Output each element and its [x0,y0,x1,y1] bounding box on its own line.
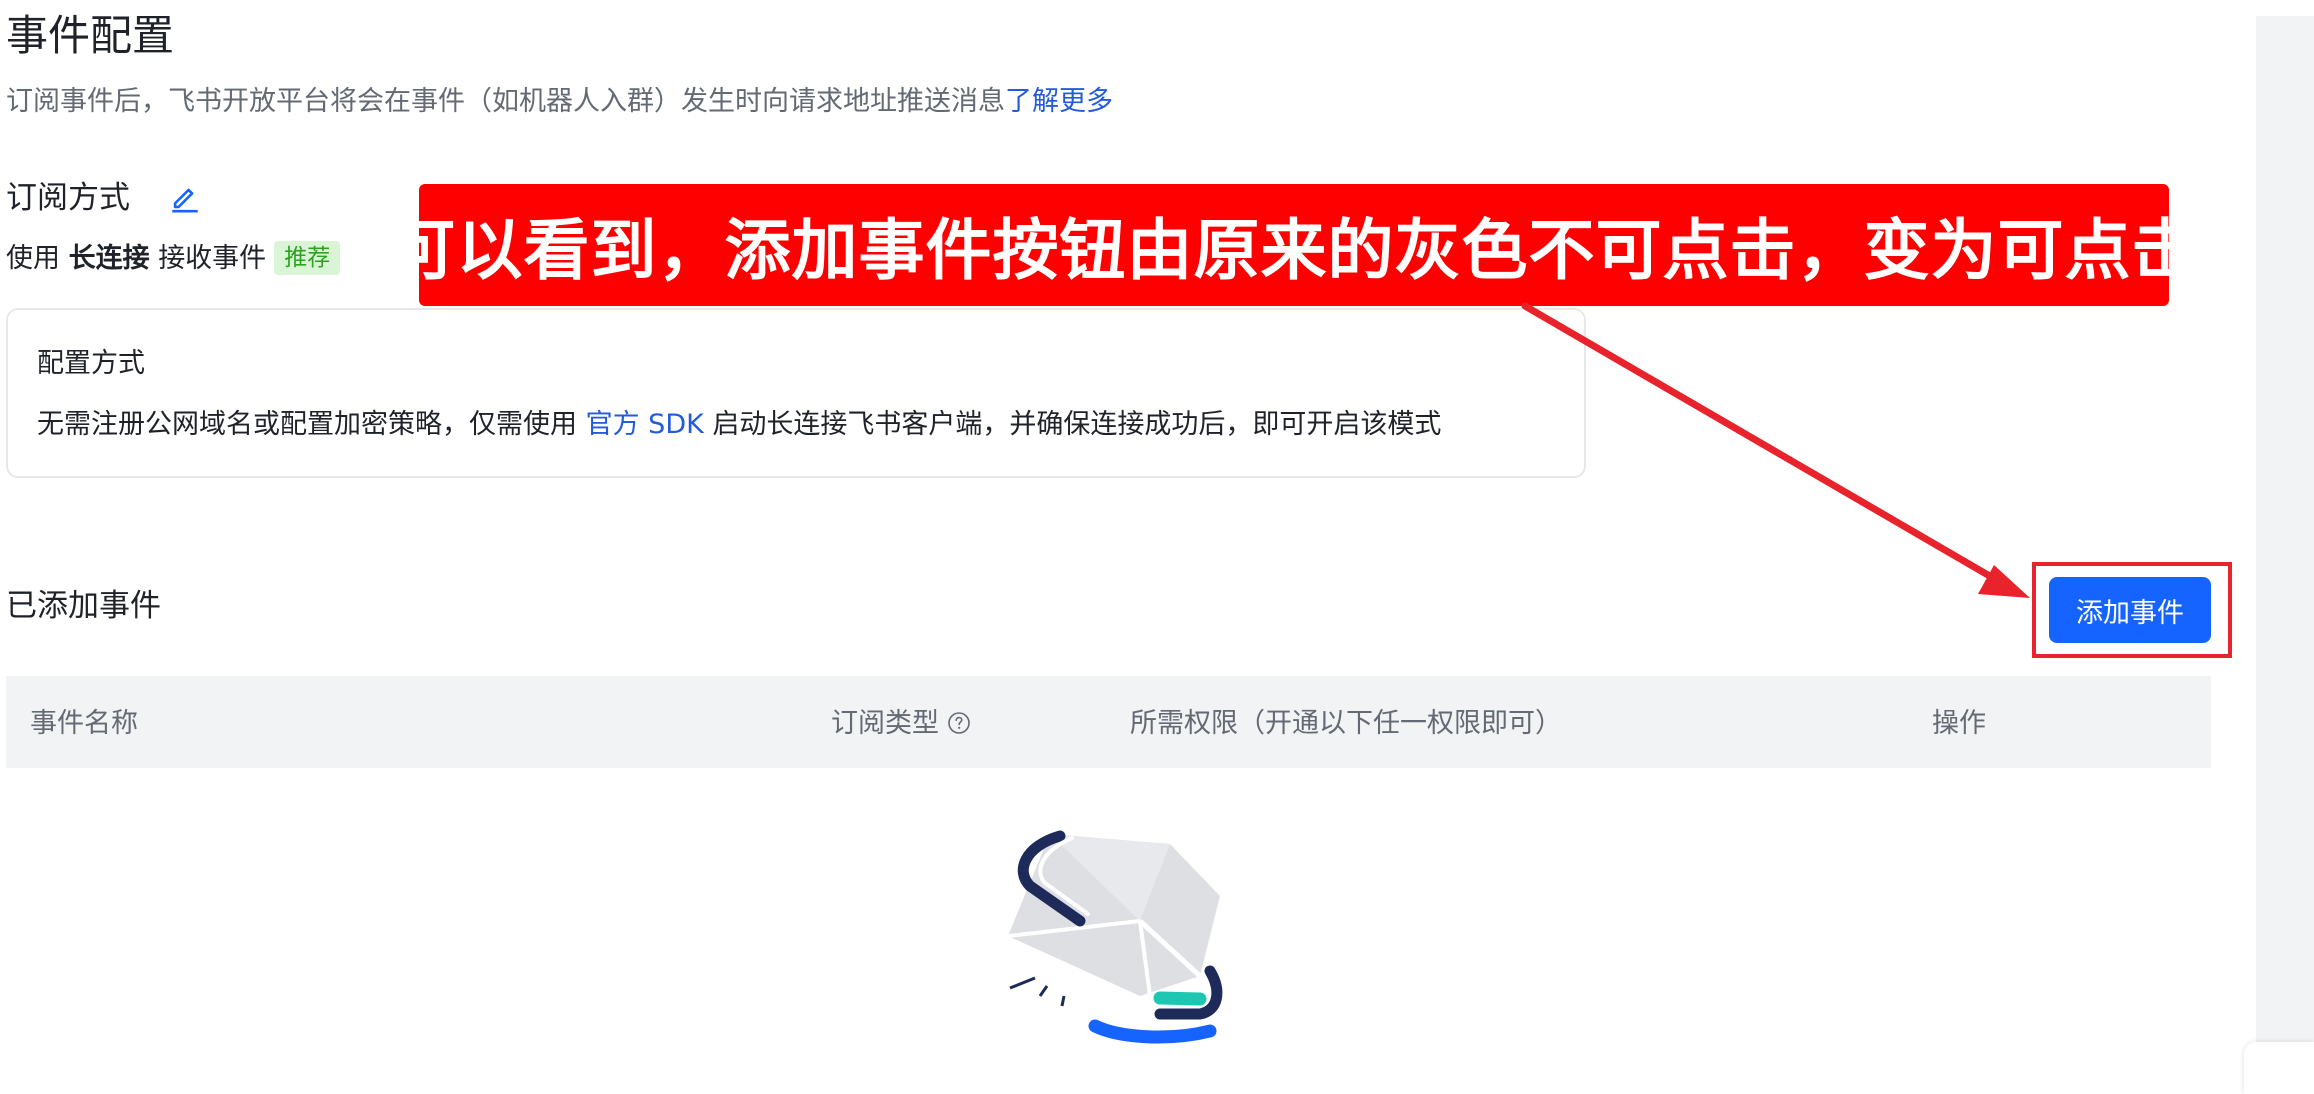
column-subscription-type-label: 订阅类型 [831,708,939,739]
config-desc-before: 无需注册公网域名或配置加密策略，仅需使用 [37,409,577,440]
edit-icon[interactable] [168,180,202,214]
help-circle-icon[interactable] [947,711,971,735]
events-table-header [6,676,2211,768]
config-method-description: 无需注册公网域名或配置加密策略，仅需使用 官方 SDK 启动长连接飞书客户端，并… [37,405,1441,445]
learn-more-link[interactable]: 了解更多 [1005,86,1113,117]
config-method-title: 配置方式 [37,348,145,379]
corner-tool-button[interactable] [2244,1042,2314,1094]
annotation-banner: 可以看到，添加事件按钮由原来的灰色不可点击，变为可点击 [390,184,2198,306]
added-events-title: 已添加事件 [6,588,161,624]
subscription-mode-line: 使用 长连接 接收事件 推荐 [6,239,341,279]
column-event-name: 事件名称 [30,708,138,739]
recommended-badge: 推荐 [274,241,341,275]
page-description-text: 订阅事件后，飞书开放平台将会在事件（如机器人入群）发生时向请求地址推送消息 [6,86,1005,117]
official-sdk-link[interactable]: 官方 SDK [586,409,704,440]
annotation-text: 可以看到，添加事件按钮由原来的灰色不可点击，变为可点击 [389,212,2199,289]
use-suffix: 接收事件 [158,243,267,274]
right-side-panel [2256,16,2314,1094]
column-subscription-type: 订阅类型 [831,704,971,744]
subscription-mode: 长连接 [68,243,150,274]
page-title: 事件配置 [6,11,175,60]
empty-box-icon [1007,830,1223,1044]
use-prefix: 使用 [6,243,60,274]
config-desc-after: 启动长连接飞书客户端，并确保连接成功后，即可开启该模式 [712,409,1442,440]
subscription-method-title: 订阅方式 [6,180,130,216]
column-required-permissions: 所需权限（开通以下任一权限即可） [1130,708,1562,739]
config-method-card [6,308,1586,478]
page-description: 订阅事件后，飞书开放平台将会在事件（如机器人入群）发生时向请求地址推送消息了解更… [6,82,1113,122]
annotation-highlight-box [2032,562,2232,658]
column-actions: 操作 [1932,708,1986,739]
